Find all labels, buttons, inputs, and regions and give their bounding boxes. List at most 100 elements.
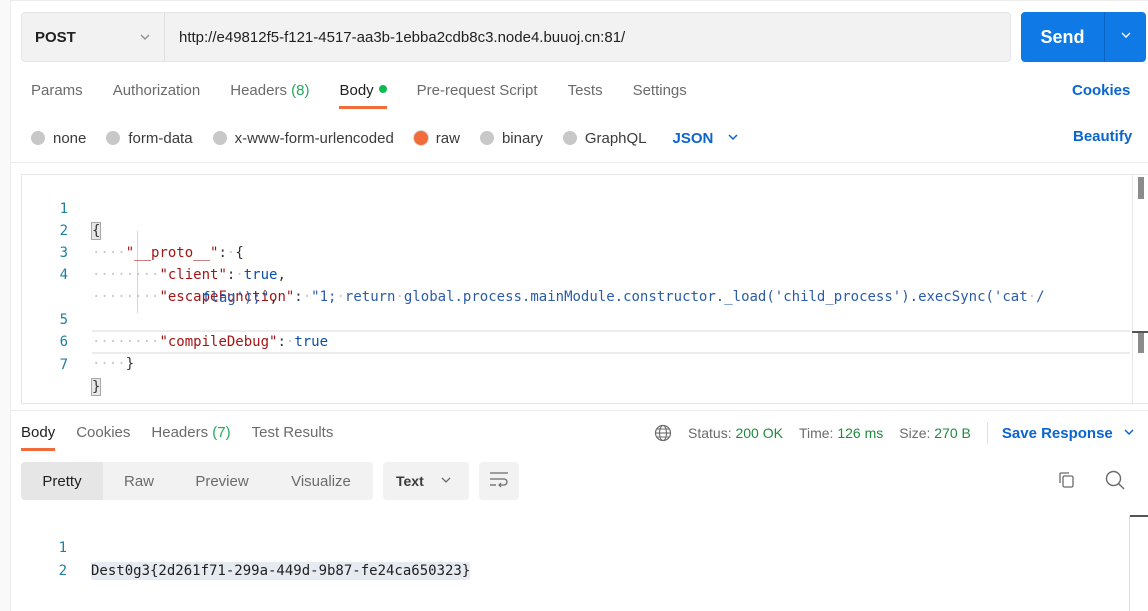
radio-circle xyxy=(562,131,577,145)
size-value: 270 B xyxy=(934,425,971,441)
tab-headers[interactable]: Headers (8) xyxy=(230,78,309,106)
tab-label: Tests xyxy=(567,82,603,99)
chevron-down-icon xyxy=(1123,425,1135,442)
request-url-bar: POST xyxy=(21,12,1011,62)
send-options-button[interactable] xyxy=(1105,12,1146,62)
code-line: 3 ········"client":·true, xyxy=(22,220,286,283)
divider xyxy=(11,162,1148,163)
save-response-button[interactable]: Save Response xyxy=(1002,425,1135,442)
radio-circle-checked xyxy=(413,131,428,145)
tab-tests[interactable]: Tests xyxy=(568,78,603,106)
radio-label: GraphQL xyxy=(584,129,647,147)
language-select[interactable]: JSON xyxy=(673,130,740,147)
view-preview[interactable]: Preview xyxy=(175,462,269,500)
radio-label: binary xyxy=(501,129,543,147)
radio-label: form-data xyxy=(128,129,193,147)
line-number: 2 xyxy=(58,563,67,579)
body-type-options: none form-data x-www-form-urlencoded raw… xyxy=(31,127,739,149)
response-body[interactable]: 1 Dest0g3{2d261f71-299a-449d-9b87-fe24ca… xyxy=(21,514,1131,611)
request-body-editor[interactable]: 1 { 2 ····"__proto__":·{ 3 ········"clie… xyxy=(21,174,1148,405)
radio-raw[interactable]: raw xyxy=(413,129,460,147)
response-tab-test-results[interactable]: Test Results xyxy=(252,420,334,448)
editor-scrollbar[interactable] xyxy=(1132,175,1148,405)
status-label: Status: xyxy=(688,425,732,441)
url-input[interactable] xyxy=(165,13,1010,61)
response-format-select[interactable]: Text xyxy=(383,462,469,500)
globe-icon[interactable] xyxy=(654,424,672,442)
method-select[interactable]: POST xyxy=(22,13,165,61)
tab-params[interactable]: Params xyxy=(31,78,83,106)
response-line: 1 Dest0g3{2d261f71-299a-449d-9b87-fe24ca… xyxy=(21,514,471,580)
radio-none[interactable]: none xyxy=(31,130,86,147)
wrap-lines-button[interactable] xyxy=(479,462,519,500)
top-divider xyxy=(11,0,1148,1)
copy-button[interactable] xyxy=(1054,470,1078,494)
view-pretty[interactable]: Pretty xyxy=(21,462,103,500)
send-button-group: Send xyxy=(1021,12,1146,62)
response-tab-headers[interactable]: Headers (7) xyxy=(151,420,230,448)
time-label: Time: xyxy=(798,425,834,441)
search-icon xyxy=(1104,469,1126,496)
send-button[interactable]: Send xyxy=(1021,12,1105,62)
line-number: 7 xyxy=(59,357,68,373)
headers-count: (8) xyxy=(291,82,310,99)
view-visualize[interactable]: Visualize xyxy=(269,462,373,500)
radio-graphql[interactable]: GraphQL xyxy=(562,129,647,147)
response-tab-body[interactable]: Body xyxy=(21,420,56,451)
response-tab-cookies[interactable]: Cookies xyxy=(76,420,130,448)
divider xyxy=(11,410,1148,411)
code-text: ····"__proto__":·{ xyxy=(92,245,244,261)
tab-label: Headers xyxy=(230,82,287,99)
sidebar-edge xyxy=(0,0,11,611)
language-label: JSON xyxy=(672,129,714,147)
code-brace: { xyxy=(90,222,102,240)
response-tabs: Body Cookies Headers (7) Test Results xyxy=(21,420,354,451)
response-text: Dest0g3{2d261f71-299a-449d-9b87-fe24ca65… xyxy=(91,562,471,580)
cookies-link[interactable]: Cookies xyxy=(1072,82,1130,99)
status-value: 200 OK xyxy=(735,425,783,441)
tab-pre-request-script[interactable]: Pre-request Script xyxy=(417,78,538,106)
radio-label: raw xyxy=(435,129,460,147)
chevron-down-icon xyxy=(1120,28,1132,46)
code-line: 6 ····} xyxy=(22,309,135,372)
tab-label: Pre-request Script xyxy=(416,82,538,99)
copy-icon xyxy=(1056,470,1076,495)
radio-x-www-form-urlencoded[interactable]: x-www-form-urlencoded xyxy=(212,130,394,147)
tab-label: Body xyxy=(21,424,56,441)
response-meta: Status: 200 OK Time: 126 ms Size: 270 B … xyxy=(654,421,1135,445)
wrap-lines-icon xyxy=(488,470,510,493)
code-text: flag');", xyxy=(202,290,278,306)
tab-settings[interactable]: Settings xyxy=(633,78,687,106)
response-view-selector: Pretty Raw Preview Visualize xyxy=(21,462,373,500)
view-raw[interactable]: Raw xyxy=(103,462,175,500)
tab-body[interactable]: Body xyxy=(339,78,387,109)
code-line: 5 ········"compileDebug":·true xyxy=(22,287,328,350)
radio-circle xyxy=(212,131,227,145)
tab-label: Settings xyxy=(632,82,687,99)
scrollbar-thumb[interactable] xyxy=(1138,177,1144,199)
size-readout: Size: 270 B xyxy=(899,425,971,441)
code-text: ········"client":·true, xyxy=(92,267,286,283)
response-line: 2 xyxy=(21,537,67,579)
chevron-down-icon xyxy=(139,30,151,48)
code-line: 4 ········"escapeFunction":·"1;·return·g… xyxy=(22,242,1045,305)
tab-label: Headers xyxy=(151,424,209,441)
radio-circle xyxy=(479,131,494,145)
search-button[interactable] xyxy=(1103,470,1127,494)
radio-binary[interactable]: binary xyxy=(479,129,543,147)
request-tabs: Params Authorization Headers (8) Body Pr… xyxy=(31,78,717,109)
tab-label: Test Results xyxy=(251,424,334,441)
response-scrollbar[interactable] xyxy=(1129,515,1148,611)
tab-label: Body xyxy=(339,82,374,99)
format-label: Text xyxy=(396,473,424,489)
radio-circle xyxy=(31,131,45,145)
tab-authorization[interactable]: Authorization xyxy=(113,78,201,106)
tab-label: Params xyxy=(31,82,83,99)
code-line: 7 } xyxy=(22,332,102,396)
beautify-button[interactable]: Beautify xyxy=(1073,128,1132,145)
time-value: 126 ms xyxy=(837,425,884,441)
code-line: 2 ····"__proto__":·{ xyxy=(22,198,244,261)
headers-count: (7) xyxy=(212,424,231,441)
radio-form-data[interactable]: form-data xyxy=(106,129,193,147)
method-label: POST xyxy=(35,28,76,46)
